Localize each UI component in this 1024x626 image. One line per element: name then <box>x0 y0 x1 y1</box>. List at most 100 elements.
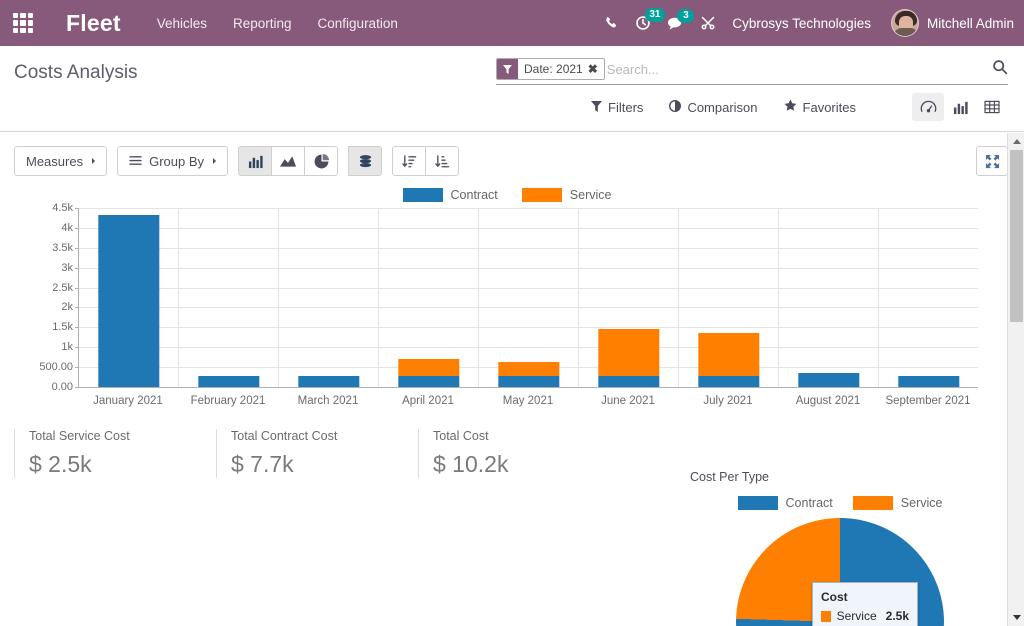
hamburger-icon <box>129 154 142 169</box>
card-title: Total Service Cost <box>29 429 130 443</box>
card-value: $ 10.2k <box>433 451 509 477</box>
favorites-label: Favorites <box>802 99 856 115</box>
y-axis-tick: 1k <box>61 341 79 353</box>
pie-legend-item-service[interactable]: Service <box>852 496 943 510</box>
top-navbar: Fleet Vehicles Reporting Configuration 3… <box>0 0 1024 46</box>
pie-legend-swatch-contract <box>737 496 778 510</box>
comparison-menu[interactable]: Comparison <box>669 99 758 115</box>
scroll-down-arrow[interactable] <box>1008 609 1024 626</box>
star-icon <box>783 99 797 115</box>
bar-segment[interactable] <box>497 376 560 387</box>
bar-stack[interactable] <box>897 376 960 387</box>
bar-chart-x-axis: January 2021 February 2021 March 2021 April… <box>78 395 978 407</box>
grid-apps-icon[interactable] <box>8 8 38 38</box>
bar-segment[interactable] <box>397 376 460 387</box>
bar-stack[interactable] <box>797 373 860 387</box>
scroll-up-arrow[interactable] <box>1008 133 1024 150</box>
search-icon[interactable] <box>992 59 1008 80</box>
app-brand-fleet[interactable]: Fleet <box>66 10 121 37</box>
bar-segment[interactable] <box>97 215 160 387</box>
pie-legend-item-contract[interactable]: Contract <box>737 496 833 510</box>
dashboard-view-button[interactable] <box>912 93 944 121</box>
tools-icon[interactable] <box>700 15 716 31</box>
tooltip-color-swatch <box>821 610 831 622</box>
pie-chart-legend: Contract Service <box>690 496 990 510</box>
favorites-menu[interactable]: Favorites <box>783 99 856 115</box>
bar-stack[interactable] <box>597 329 660 387</box>
pie-legend-label-contract: Contract <box>785 496 833 510</box>
bar-stack[interactable] <box>97 215 160 387</box>
search-input[interactable] <box>606 59 986 79</box>
x-axis-label: March 2021 <box>297 395 359 407</box>
company-name[interactable]: Cybrosys Technologies <box>732 16 871 31</box>
filters-menu[interactable]: Filters <box>591 100 643 115</box>
bar-column <box>779 208 879 387</box>
pivot-view-button[interactable] <box>976 93 1008 121</box>
page-title: Costs Analysis <box>14 62 138 83</box>
user-menu[interactable]: Mitchell Admin <box>890 9 1014 37</box>
avatar <box>890 9 919 37</box>
search-bar: Date: 2021 ✖ <box>496 58 1008 85</box>
tooltip-row: Service 2.5k <box>821 609 909 623</box>
bar-segment[interactable] <box>297 376 360 387</box>
messages-icon[interactable]: 3 <box>667 8 695 31</box>
bar-segment[interactable] <box>497 362 560 377</box>
sort-group <box>392 146 459 176</box>
expand-icon[interactable] <box>976 146 1008 176</box>
bar-segment[interactable] <box>197 376 260 387</box>
bar-column <box>679 208 779 387</box>
search-facet-date[interactable]: Date: 2021 ✖ <box>496 58 605 80</box>
card-value: $ 7.7k <box>231 451 294 477</box>
control-panel: Costs Analysis Date: 2021 ✖ Search... Fi… <box>0 46 1024 132</box>
bar-segment[interactable] <box>697 376 760 387</box>
filter-funnel-icon <box>497 59 518 79</box>
bar-segment[interactable] <box>597 376 660 387</box>
bar-stack[interactable] <box>497 362 560 387</box>
phone-icon[interactable] <box>604 16 619 31</box>
activity-clock-icon[interactable]: 31 <box>635 8 665 31</box>
graph-view-button[interactable] <box>944 93 976 121</box>
bar-chart-button[interactable] <box>238 146 272 176</box>
pie-chart-title: Cost Per Type <box>690 470 769 484</box>
legend-label-service: Service <box>569 188 612 202</box>
bar-segment[interactable] <box>397 359 460 377</box>
legend-item-contract[interactable]: Contract <box>402 188 498 202</box>
group-by-button[interactable]: Group By <box>117 146 228 176</box>
scrollbar-thumb[interactable] <box>1010 150 1023 322</box>
bar-stack[interactable] <box>197 376 260 387</box>
bar-stack[interactable] <box>397 359 460 387</box>
bar-columns <box>79 208 978 387</box>
y-axis-tick: 3.5k <box>52 242 79 254</box>
bar-stack[interactable] <box>697 333 760 387</box>
menu-item-configuration[interactable]: Configuration <box>318 16 398 31</box>
measures-button[interactable]: Measures <box>14 146 108 176</box>
line-chart-button[interactable] <box>271 146 305 176</box>
chevron-right-icon <box>213 158 216 164</box>
graph-toolbar: Measures Group By <box>0 132 1024 176</box>
x-axis-label: May 2021 <box>502 395 554 407</box>
search-facet-remove-icon[interactable]: ✖ <box>588 62 604 76</box>
bar-segment[interactable] <box>697 333 760 377</box>
bar-stack[interactable] <box>297 376 360 387</box>
menu-item-reporting[interactable]: Reporting <box>233 16 292 31</box>
pie-legend-label-service: Service <box>900 496 943 510</box>
sort-descending-button[interactable] <box>425 146 459 176</box>
x-axis-label: April 2021 <box>402 395 454 407</box>
stacked-button[interactable] <box>348 146 382 176</box>
x-axis-label: June 2021 <box>601 395 655 407</box>
legend-item-service[interactable]: Service <box>521 188 612 202</box>
bar-segment[interactable] <box>597 329 660 377</box>
tooltip-value: 2.5k <box>885 609 909 623</box>
pie-chart-tooltip: Cost Service 2.5k <box>812 582 918 626</box>
page-scrollbar[interactable] <box>1007 133 1024 626</box>
x-axis-label: September 2021 <box>885 395 971 407</box>
bar-segment[interactable] <box>797 373 860 387</box>
sort-ascending-button[interactable] <box>392 146 426 176</box>
comparison-label: Comparison <box>687 99 758 115</box>
stacked-group <box>348 146 382 176</box>
y-axis-tick: 2.5k <box>52 282 79 294</box>
bar-segment[interactable] <box>897 376 960 387</box>
menu-item-vehicles[interactable]: Vehicles <box>157 16 207 31</box>
pie-chart-button[interactable] <box>304 146 338 176</box>
legend-label-contract: Contract <box>450 188 498 202</box>
